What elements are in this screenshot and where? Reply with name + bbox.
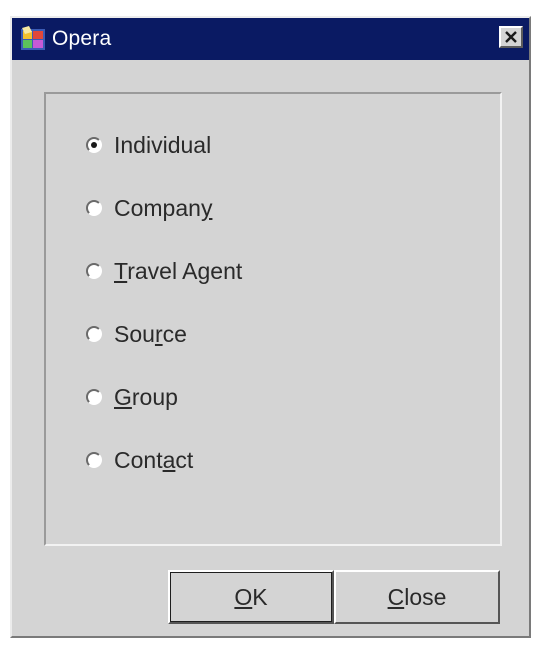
radio-label-travel-agent: Travel Agent (114, 258, 243, 284)
radio-selected-dot (91, 142, 97, 148)
radio-button-group[interactable] (86, 389, 102, 405)
profile-type-group: Individual Company Travel Agent Source G… (44, 92, 502, 546)
close-icon[interactable] (499, 26, 523, 48)
radio-button-source[interactable] (86, 326, 102, 342)
radio-button-contact[interactable] (86, 452, 102, 468)
radio-option-individual[interactable]: Individual (86, 128, 211, 162)
radio-button-individual[interactable] (86, 137, 102, 153)
title-bar[interactable]: Opera (12, 18, 529, 60)
radio-option-company[interactable]: Company (86, 191, 212, 225)
radio-option-contact[interactable]: Contact (86, 443, 193, 477)
radio-label-source: Source (114, 321, 187, 347)
radio-option-group[interactable]: Group (86, 380, 178, 414)
close-button[interactable]: Close (334, 570, 500, 624)
close-button-label: Close (387, 583, 447, 610)
opera-dialog: Opera Individual Company Travel Agent So… (10, 16, 531, 638)
radio-option-source[interactable]: Source (86, 317, 187, 351)
radio-label-group: Group (114, 384, 178, 410)
radio-label-individual: Individual (114, 132, 212, 158)
radio-label-contact: Contact (114, 447, 194, 473)
ok-button-label: OK (234, 583, 268, 610)
ok-button[interactable]: OK (168, 570, 334, 624)
radio-option-travel-agent[interactable]: Travel Agent (86, 254, 242, 288)
radio-button-company[interactable] (86, 200, 102, 216)
window-title: Opera (52, 27, 112, 50)
opera-app-icon (21, 26, 45, 50)
radio-label-company: Company (114, 195, 213, 221)
radio-button-travel-agent[interactable] (86, 263, 102, 279)
